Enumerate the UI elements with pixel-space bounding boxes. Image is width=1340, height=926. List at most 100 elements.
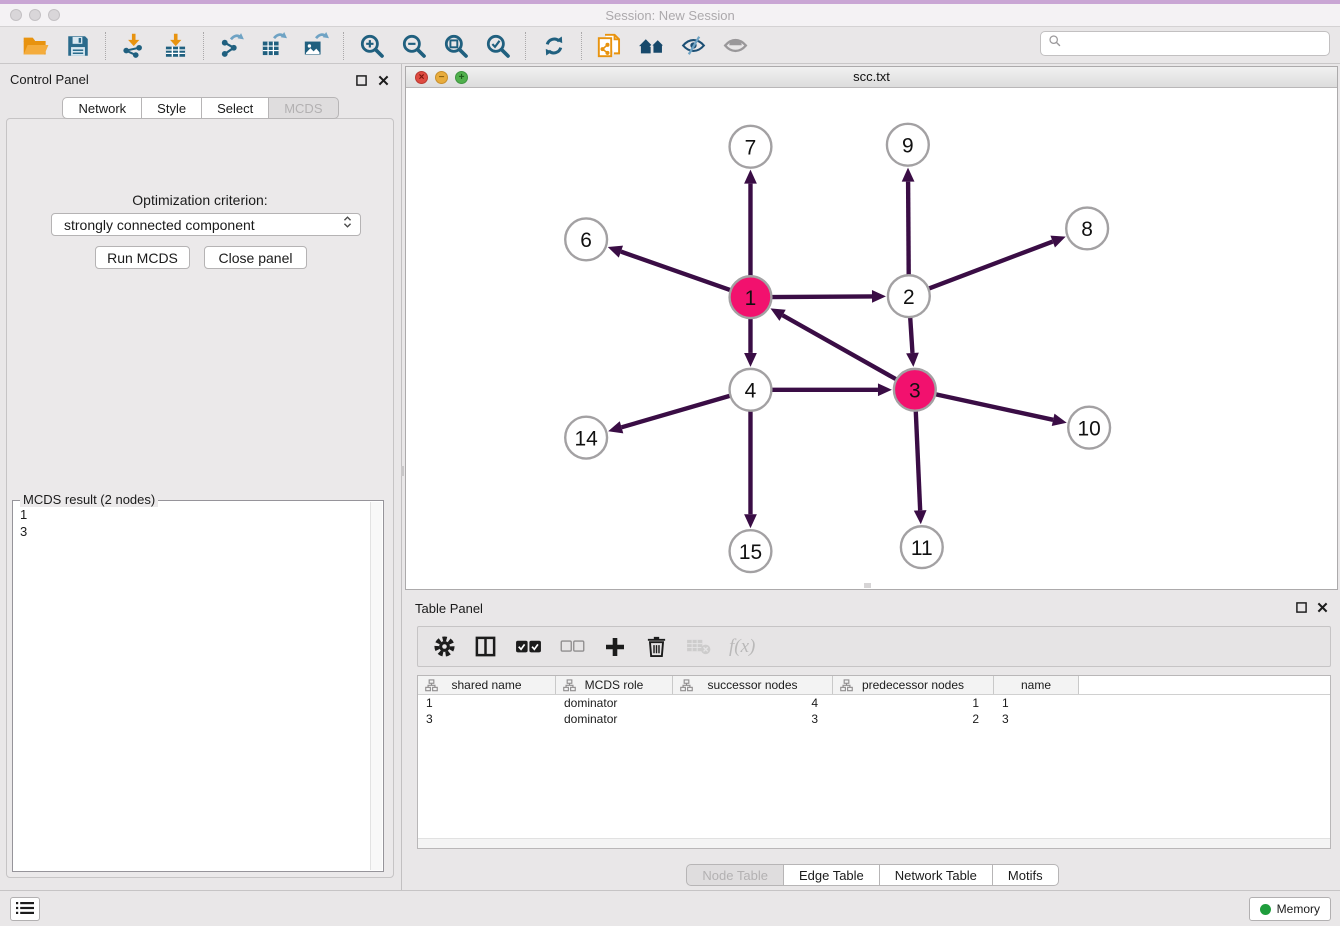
preview-icon[interactable] — [721, 31, 750, 60]
table-row[interactable]: 1dominator411 — [418, 695, 1330, 711]
zoom-fit-icon[interactable] — [441, 31, 470, 60]
memory-button[interactable]: Memory — [1249, 897, 1331, 921]
result-scrollbar[interactable] — [370, 502, 382, 870]
graph-edge-arrowhead — [744, 170, 757, 184]
column-header-shared-name[interactable]: shared name — [418, 676, 556, 694]
search-box[interactable] — [1040, 31, 1330, 56]
tab-edge-table[interactable]: Edge Table — [783, 864, 880, 886]
table-panel-close-button[interactable] — [1315, 600, 1329, 614]
graph-edge-2-3[interactable] — [910, 316, 912, 353]
cell-predecessor-nodes[interactable]: 2 — [833, 711, 994, 727]
toggle-panes-icon[interactable] — [474, 632, 497, 662]
graph-node-label: 11 — [911, 537, 933, 560]
graph-node-label: 8 — [1081, 218, 1093, 241]
tab-node-table[interactable]: Node Table — [686, 864, 784, 886]
cell-name[interactable]: 1 — [994, 695, 1079, 711]
graph-edge-arrowhead — [608, 246, 623, 258]
graph-edge-arrowhead — [744, 514, 757, 528]
select-all-icon[interactable] — [515, 632, 542, 662]
graph-edge-2-9[interactable] — [908, 182, 909, 277]
export-image-icon[interactable] — [301, 31, 330, 60]
control-panel-float-button[interactable] — [354, 73, 368, 87]
zoom-in-icon[interactable] — [357, 31, 386, 60]
table-row[interactable]: 3dominator323 — [418, 711, 1330, 727]
column-header-icon — [563, 679, 576, 695]
graph-edge-arrowhead — [902, 168, 915, 182]
close-panel-button[interactable]: Close panel — [204, 246, 307, 269]
mcds-result-node: 1 — [20, 506, 362, 523]
network-canvas[interactable]: 7968124314101511 — [406, 88, 1337, 589]
column-header-successor-nodes[interactable]: successor nodes — [673, 676, 833, 694]
apply-layout-icon[interactable] — [539, 31, 568, 60]
cell-predecessor-nodes[interactable]: 1 — [833, 695, 994, 711]
graph-edge-3-1[interactable] — [783, 315, 898, 380]
cell-MCDS-role[interactable]: dominator — [556, 695, 673, 711]
deselect-all-icon[interactable] — [560, 632, 585, 662]
graph-node-label: 10 — [1077, 417, 1100, 440]
network-window-zoom-button[interactable]: + — [455, 71, 468, 84]
graph-edge-arrowhead — [608, 421, 623, 433]
table-panel-float-button[interactable] — [1294, 600, 1308, 614]
tab-style[interactable]: Style — [141, 97, 202, 119]
show-panels-button[interactable] — [10, 897, 40, 921]
cell-name[interactable]: 3 — [994, 711, 1079, 727]
export-network-icon[interactable] — [217, 31, 246, 60]
cell-MCDS-role[interactable]: dominator — [556, 711, 673, 727]
toolbar-icon-groups — [8, 28, 763, 63]
tab-network-table[interactable]: Network Table — [879, 864, 993, 886]
panel-resize-handle[interactable] — [864, 583, 871, 588]
column-header-label: MCDS role — [585, 678, 644, 692]
graph-node-label: 6 — [580, 229, 592, 252]
cell-shared-name[interactable]: 3 — [418, 711, 556, 727]
graph-node-label: 3 — [909, 380, 921, 403]
add-column-icon[interactable] — [603, 632, 627, 662]
column-header-label: successor nodes — [707, 678, 797, 692]
network-window-close-button[interactable]: × — [415, 71, 428, 84]
control-panel: Control Panel NetworkStyleSelectMCDS Opt… — [0, 64, 402, 890]
zoom-selected-icon[interactable] — [483, 31, 512, 60]
tab-select[interactable]: Select — [201, 97, 269, 119]
import-network-icon[interactable] — [119, 31, 148, 60]
save-session-icon[interactable] — [63, 31, 92, 60]
import-table-icon[interactable] — [161, 31, 190, 60]
tab-network[interactable]: Network — [62, 97, 142, 119]
column-header-MCDS-role[interactable]: MCDS role — [556, 676, 673, 694]
export-table-icon[interactable] — [259, 31, 288, 60]
optimization-criterion-select[interactable]: strongly connected component — [51, 213, 361, 236]
show-home-icon[interactable] — [637, 31, 666, 60]
graph-edge-2-8[interactable] — [927, 242, 1052, 290]
column-header-name[interactable]: name — [994, 676, 1079, 694]
memory-label: Memory — [1277, 902, 1320, 916]
graph-edge-1-2[interactable] — [770, 296, 872, 297]
graph-edge-4-14[interactable] — [622, 395, 732, 427]
mcds-result-list[interactable]: 13 — [13, 503, 369, 871]
control-panel-close-button[interactable] — [376, 73, 390, 87]
optimization-criterion-label: Optimization criterion: — [7, 192, 393, 208]
delete-column-icon[interactable] — [645, 632, 668, 662]
table-toolbar: f(x) — [417, 626, 1331, 667]
zoom-out-icon[interactable] — [399, 31, 428, 60]
graph-edge-1-6[interactable] — [621, 252, 732, 291]
cell-successor-nodes[interactable]: 4 — [673, 695, 833, 711]
tab-mcds[interactable]: MCDS — [268, 97, 338, 119]
table-header-row: shared name MCDS role successor nodes prede… — [418, 676, 1330, 695]
splitter-handle[interactable] — [401, 466, 404, 476]
table-settings-icon[interactable] — [433, 632, 456, 662]
network-window-minimize-button[interactable]: − — [435, 71, 448, 84]
graph-edge-3-11[interactable] — [916, 410, 920, 511]
cell-successor-nodes[interactable]: 3 — [673, 711, 833, 727]
graph-edge-3-10[interactable] — [934, 394, 1053, 420]
graph-edge-arrowhead — [744, 353, 757, 367]
table-horizontal-scrollbar[interactable] — [418, 838, 1330, 848]
search-input[interactable] — [1067, 36, 1322, 51]
graph-edge-arrowhead — [872, 290, 886, 303]
cell-shared-name[interactable]: 1 — [418, 695, 556, 711]
clone-network-icon[interactable] — [595, 31, 624, 60]
open-session-icon[interactable] — [21, 31, 50, 60]
column-header-icon — [840, 679, 853, 695]
hide-preview-icon[interactable] — [679, 31, 708, 60]
column-header-predecessor-nodes[interactable]: predecessor nodes — [833, 676, 994, 694]
graph-edge-arrowhead — [906, 353, 919, 367]
tab-motifs[interactable]: Motifs — [992, 864, 1059, 886]
run-mcds-button[interactable]: Run MCDS — [95, 246, 190, 269]
